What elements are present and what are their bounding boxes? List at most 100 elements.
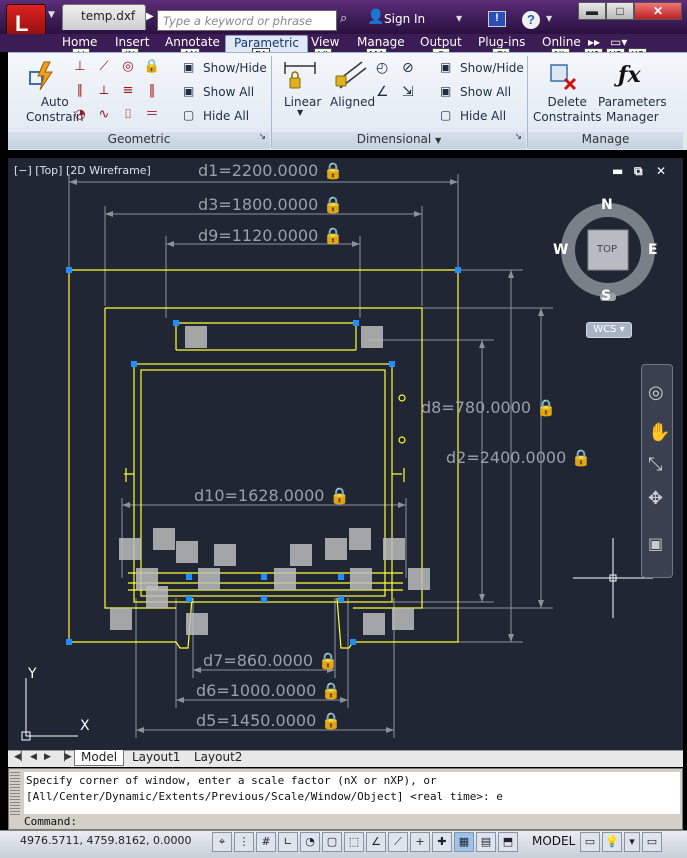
selection-cycling-icon[interactable]: ⬒ [498,832,518,852]
search-expand-icon[interactable]: ▶ [146,11,154,22]
dim-d9[interactable]: d9=1120.0000 🔒 [198,226,343,245]
quick-properties-icon[interactable]: ▤ [476,832,496,852]
exchange-icon[interactable]: ! [488,11,506,27]
dim-d1[interactable]: d1=2200.0000 🔒 [198,161,343,180]
geometric-show-hide-icon[interactable]: ▣ [183,60,194,74]
fx-icon[interactable]: ƒx [618,62,641,88]
viewcube-north[interactable]: N [601,197,613,213]
dim-d5[interactable]: d5=1450.0000 🔒 [196,711,341,730]
geometric-panel-title[interactable]: Geometric ↘ [8,132,270,149]
equal-icon[interactable]: ＝ [142,106,162,124]
snap-mode-icon[interactable]: ⋮ [234,832,254,852]
dim-d7[interactable]: d7=860.0000 🔒 [203,651,338,670]
linear-dimension-icon[interactable] [282,58,318,92]
geometric-dialog-launcher-icon[interactable]: ↘ [258,132,266,142]
geometric-hide-all-icon[interactable]: ▢ [183,108,194,122]
viewcube-south[interactable]: S [601,288,611,304]
polar-tracking-icon[interactable]: ◔ [300,832,320,852]
minimize-icon[interactable]: ▬ [578,2,606,20]
viewport-restore-icon[interactable]: ⧉ [634,164,643,179]
binoculars-icon[interactable]: ⌕ [340,11,347,26]
coincident-icon[interactable]: ⊥ [70,58,90,76]
tab-model[interactable]: Model [74,750,125,766]
dim-d8[interactable]: d8=780.0000 🔒 [421,398,556,417]
first-layout-icon[interactable]: ◀▏ [14,752,28,762]
dimensional-show-all-button[interactable]: Show All [460,85,511,99]
aligned-button[interactable]: Aligned [330,95,375,109]
viewcube-top-face[interactable]: TOP [597,244,617,255]
infer-constraints-icon[interactable]: ⌖ [212,832,232,852]
fix-icon[interactable]: 🔒 [142,58,162,76]
horizontal-icon[interactable]: ≡ [118,82,138,100]
angular-dimension-icon[interactable]: ∠ [376,84,389,100]
previous-layout-icon[interactable]: ◀ [30,752,37,762]
dimensional-dropdown-icon[interactable]: ▼ [435,136,441,145]
steering-wheel-icon[interactable]: ◎ [648,382,664,403]
geometric-show-hide-button[interactable]: Show/Hide [203,61,267,75]
geometric-hide-all-button[interactable]: Hide All [203,109,249,123]
ortho-mode-icon[interactable]: ∟ [278,832,298,852]
help-dropdown-icon[interactable]: ▼ [546,14,552,23]
document-tab[interactable]: temp.dxf [62,4,146,30]
pan-hand-icon[interactable]: ✋ [648,422,670,443]
dimensional-dialog-launcher-icon[interactable]: ↘ [514,132,522,142]
transparency-icon[interactable]: ▦ [454,832,474,852]
dimensional-hide-all-icon[interactable]: ▢ [440,108,451,122]
dynamic-ucs-icon[interactable]: ⟋ [388,832,408,852]
linear-button[interactable]: Linear [284,95,321,109]
delete-constraints-button[interactable]: Delete Constraints [533,95,601,125]
next-layout-icon[interactable]: ▶ [44,752,51,762]
viewcube-east[interactable]: E [648,242,658,258]
parallel-icon[interactable]: ∥ [70,82,90,100]
diameter-dimension-icon[interactable]: ⊘ [402,60,414,76]
object-snap-icon[interactable]: ▢ [322,832,342,852]
tangent-icon[interactable]: ◔ [70,106,90,124]
collinear-icon[interactable]: ⟋ [94,58,114,76]
viewcube-west[interactable]: W [553,242,568,258]
model-space-button[interactable]: MODEL [532,834,575,848]
sign-in-dropdown-icon[interactable]: ▼ [456,14,462,23]
status-bar-menu-icon[interactable]: ▾ [624,832,640,852]
dim-d2[interactable]: d2=2400.0000 🔒 [446,448,591,467]
showmotion-icon[interactable]: ▣ [648,534,663,553]
command-window-grip[interactable] [10,772,20,816]
last-layout-icon[interactable]: ▕▶ [58,752,72,762]
orbit-icon[interactable]: ✥ [648,488,663,509]
delete-constraints-icon[interactable] [548,62,578,92]
lineweight-icon[interactable]: ✚ [432,832,452,852]
aligned-dimension-icon[interactable] [332,58,368,92]
close-icon[interactable]: ✕ [634,2,682,20]
quick-view-layouts-icon[interactable]: ▭ [580,832,600,852]
sign-in-button[interactable]: Sign In [384,12,425,26]
viewport-minimize-icon[interactable]: ▬ [612,164,623,178]
3d-object-snap-icon[interactable]: ⬚ [344,832,364,852]
geometric-show-all-button[interactable]: Show All [203,85,254,99]
annotation-visibility-icon[interactable]: 💡 [602,832,622,852]
object-snap-tracking-icon[interactable]: ∠ [366,832,386,852]
radius-dimension-icon[interactable]: ◴ [376,60,388,76]
dimensional-panel-title[interactable]: Dimensional ▼ ↘ [272,132,526,149]
clean-screen-icon[interactable]: ▭ [642,832,662,852]
viewport-close-icon[interactable]: ✕ [656,164,666,178]
quick-access-dropdown-icon[interactable]: ▼ [48,10,55,20]
restore-icon[interactable]: □ [606,2,634,20]
help-button[interactable]: ? [522,11,540,29]
search-input[interactable]: Type a keyword or phrase [157,10,337,31]
concentric-icon[interactable]: ◎ [118,58,138,76]
grid-display-icon[interactable]: # [256,832,276,852]
perpendicular-icon[interactable]: ⟂ [94,82,114,100]
convert-dimension-icon[interactable]: ⇲ [402,84,414,100]
tab-layout2[interactable]: Layout2 [188,750,248,766]
coordinate-readout[interactable]: 4976.5711, 4759.8162, 0.0000 [20,834,191,847]
drawing-canvas[interactable]: d1=2200.0000 🔒 d3=1800.0000 🔒 d9=1120.00… [8,158,683,750]
auto-constrain-icon[interactable] [26,60,56,92]
dim-d6[interactable]: d6=1000.0000 🔒 [196,681,341,700]
command-input[interactable]: Command: [24,815,77,828]
viewport-controls-label[interactable]: [−] [Top] [2D Wireframe] [14,164,151,177]
tab-layout1[interactable]: Layout1 [126,750,186,766]
dimensional-show-all-icon[interactable]: ▣ [440,84,451,98]
dimensional-show-hide-button[interactable]: Show/Hide [460,61,524,75]
parameters-manager-button[interactable]: Parameters Manager [598,95,667,125]
wcs-menu[interactable]: WCS ▾ [586,322,632,338]
dynamic-input-icon[interactable]: + [410,832,430,852]
